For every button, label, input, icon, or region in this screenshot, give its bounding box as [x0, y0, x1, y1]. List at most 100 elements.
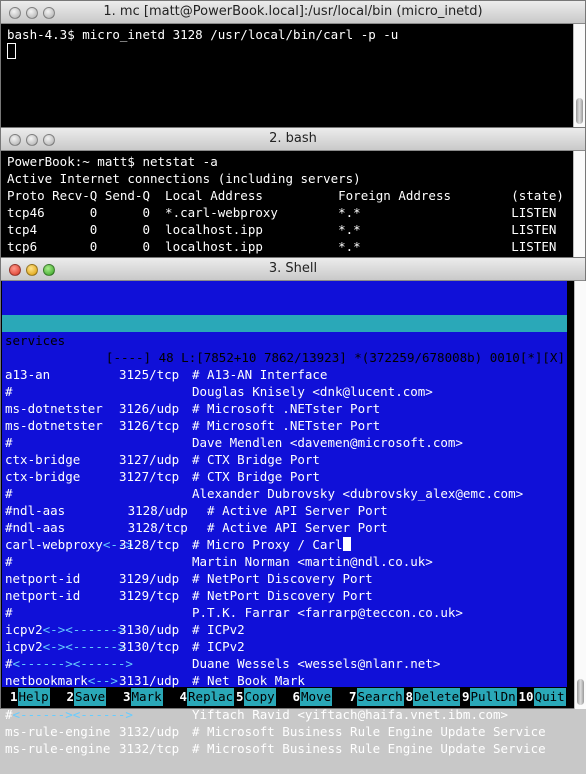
port-protocol: 3127/tcp	[119, 469, 180, 484]
port-protocol: 3129/udp	[119, 571, 180, 586]
fkey-number: 7	[349, 689, 357, 704]
scroll-thumb[interactable]	[576, 98, 583, 124]
comment: # Net Book Mark	[192, 673, 305, 688]
editor-line[interactable]: icpv2<-><------> 3130/udp # ICPv2	[2, 621, 567, 638]
editor-line[interactable]: ms-dotnetster 3126/udp # Microsoft .NETste…	[2, 400, 567, 417]
window-titlebar[interactable]: 2. bash	[1, 128, 585, 151]
port-protocol: 3132/udp	[119, 724, 180, 739]
fkey-mark[interactable]: 3Mark	[123, 688, 163, 706]
editor-status: [----] 48 L:[7852+10 7862/13923] *(37225…	[105, 350, 565, 365]
port-protocol: 3125/tcp	[119, 367, 180, 382]
fkey-copy[interactable]: 5Copy	[236, 688, 276, 706]
zoom-button[interactable]	[43, 7, 55, 19]
scroll-thumb[interactable]	[577, 679, 584, 705]
service-name: netport-id	[5, 588, 81, 603]
service-name: #ndl-aas	[5, 503, 66, 518]
fkey-number: 8	[405, 689, 414, 704]
editor-line[interactable]: #ndl-aas 3128/udp # Active API Server Po…	[2, 502, 567, 519]
editor-status-bar: services [----] 48 L:[7852+10 7862/13923…	[2, 315, 567, 365]
service-name: icpv2<-><------>	[5, 639, 126, 654]
service-name: #	[5, 554, 13, 569]
fkey-label: Quit	[533, 688, 566, 706]
editor-line[interactable]: # P.T.K. Farrar <farrarp@teccon.co.uk>	[2, 604, 567, 621]
comment: # Microsoft .NETster Port	[192, 418, 381, 433]
window-titlebar[interactable]: 1. mc [matt@PowerBook.local]:/usr/local/…	[1, 1, 585, 24]
editor-line[interactable]: icpv2<-><------> 3130/tcp # ICPv2	[2, 638, 567, 655]
editor-line[interactable]: # Alexander Dubrovsky <dubrovsky_alex@emc…	[2, 485, 567, 502]
fkey-save[interactable]: 2Save	[67, 688, 107, 706]
port-protocol: 3131/udp	[119, 673, 180, 688]
zoom-button[interactable]	[43, 264, 55, 276]
port-protocol: 3126/udp	[119, 401, 180, 416]
editor-line[interactable]: carl-webproxy<--> 3128/tcp # Micro Proxy /…	[2, 536, 567, 553]
service-name: ms-dotnetster	[5, 418, 103, 433]
terminal-output[interactable]: PowerBook:~ matt$ netstat -a Active Inter…	[1, 151, 585, 255]
terminal-output[interactable]: bash-4.3$ micro_inetd 3128 /usr/local/bi…	[1, 24, 585, 61]
editor-line[interactable]: a13-an 3125/tcp # A13-AN Interface	[2, 366, 567, 383]
minimize-button[interactable]	[26, 134, 38, 146]
window-title: 1. mc [matt@PowerBook.local]:/usr/local/…	[103, 4, 483, 19]
editor-line[interactable]: ctx-bridge 3127/tcp # CTX Bridge Port	[2, 468, 567, 485]
fkey-move[interactable]: 6Move	[293, 688, 333, 706]
comment: # NetPort Discovery Port	[192, 588, 373, 603]
fkey-pulldn[interactable]: 9PullDn	[462, 688, 517, 706]
fkey-label: Move	[300, 688, 333, 706]
fkey-number: 6	[292, 689, 301, 704]
port-protocol: 3127/udp	[119, 452, 180, 467]
close-button[interactable]	[9, 7, 21, 19]
port-protocol: 3128/tcp	[119, 537, 180, 552]
minimize-button[interactable]	[26, 7, 38, 19]
editor-line[interactable]: ms-rule-engine 3132/udp # Microsoft Busine…	[2, 723, 567, 740]
tab-marker: <------><------>	[12, 707, 133, 722]
fkey-help[interactable]: 1Help	[10, 688, 50, 706]
editor-line[interactable]: # Douglas Knisely <dnk@lucent.com>	[2, 383, 567, 400]
editor-line[interactable]: ms-rule-engine 3132/tcp # Microsoft Busine…	[2, 740, 567, 757]
editor-line[interactable]: netbookmark<--> 3131/udp # Net Book Mark	[2, 672, 567, 689]
fkey-replac[interactable]: 4Replac	[180, 688, 235, 706]
editor-line[interactable]: ms-dotnetster 3126/tcp # Microsoft .NETste…	[2, 417, 567, 434]
service-name: a13-an	[5, 367, 51, 382]
window-titlebar[interactable]: 3. Shell	[1, 258, 585, 281]
window-title: 3. Shell	[268, 261, 318, 276]
fkey-quit[interactable]: 10Quit	[519, 688, 566, 706]
editor-line[interactable]: # Martin Norman <martin@ndl.co.uk>	[2, 553, 567, 570]
close-button[interactable]	[9, 264, 21, 276]
editor-line[interactable]: # Dave Mendlen <davemen@microsoft.com>	[2, 434, 567, 451]
service-name: #	[5, 486, 13, 501]
port-protocol: 3128/tcp	[90, 520, 188, 535]
fkey-label: Replac	[187, 688, 235, 706]
minimize-button[interactable]	[26, 264, 38, 276]
comment: Douglas Knisely <dnk@lucent.com>	[192, 384, 433, 399]
port-protocol: 3130/tcp	[119, 639, 180, 654]
editor-line[interactable]: ctx-bridge 3127/udp # CTX Bridge Port	[2, 451, 567, 468]
fkey-number: 10	[518, 689, 534, 704]
comment: # CTX Bridge Port	[192, 452, 320, 467]
fkey-label: Copy	[243, 688, 276, 706]
terminal-line: PowerBook:~ matt$ netstat -a	[7, 154, 218, 169]
comment: # NetPort Discovery Port	[192, 571, 373, 586]
zoom-button[interactable]	[43, 134, 55, 146]
fkey-search[interactable]: 7Search	[349, 688, 404, 706]
tab-marker: <-><------>	[42, 622, 126, 637]
fkey-label: Save	[74, 688, 107, 706]
service-name: icpv2<-><------>	[5, 622, 126, 637]
editor-panel[interactable]: services [----] 48 L:[7852+10 7862/13923…	[2, 281, 567, 756]
scrollbar[interactable]	[573, 151, 585, 260]
terminal-window-1[interactable]: 1. mc [matt@PowerBook.local]:/usr/local/…	[0, 0, 586, 129]
terminal-window-2[interactable]: 2. bash PowerBook:~ matt$ netstat -a Acti…	[0, 127, 586, 261]
scrollbar[interactable]	[573, 24, 585, 128]
editor-line[interactable]: netport-id 3129/udp # NetPort Discovery Po…	[2, 570, 567, 587]
service-name: #	[5, 384, 13, 399]
text-cursor	[342, 537, 351, 551]
port-protocol: 3126/tcp	[119, 418, 180, 433]
fkey-delete[interactable]: 8Delete	[406, 688, 461, 706]
terminal-line: Active Internet connections (including s…	[7, 171, 361, 186]
scrollbar[interactable]	[574, 281, 586, 709]
comment: # Micro Proxy / Carl	[192, 536, 351, 553]
close-button[interactable]	[9, 134, 21, 146]
fkey-label: Mark	[130, 688, 163, 706]
editor-line[interactable]: #ndl-aas 3128/tcp # Active API Server Po…	[2, 519, 567, 536]
editor-line[interactable]: #<------><------> Duane Wessels <wessels@…	[2, 655, 567, 672]
editor-line[interactable]: netport-id 3129/tcp # NetPort Discovery Po…	[2, 587, 567, 604]
service-name: #ndl-aas	[5, 520, 66, 535]
